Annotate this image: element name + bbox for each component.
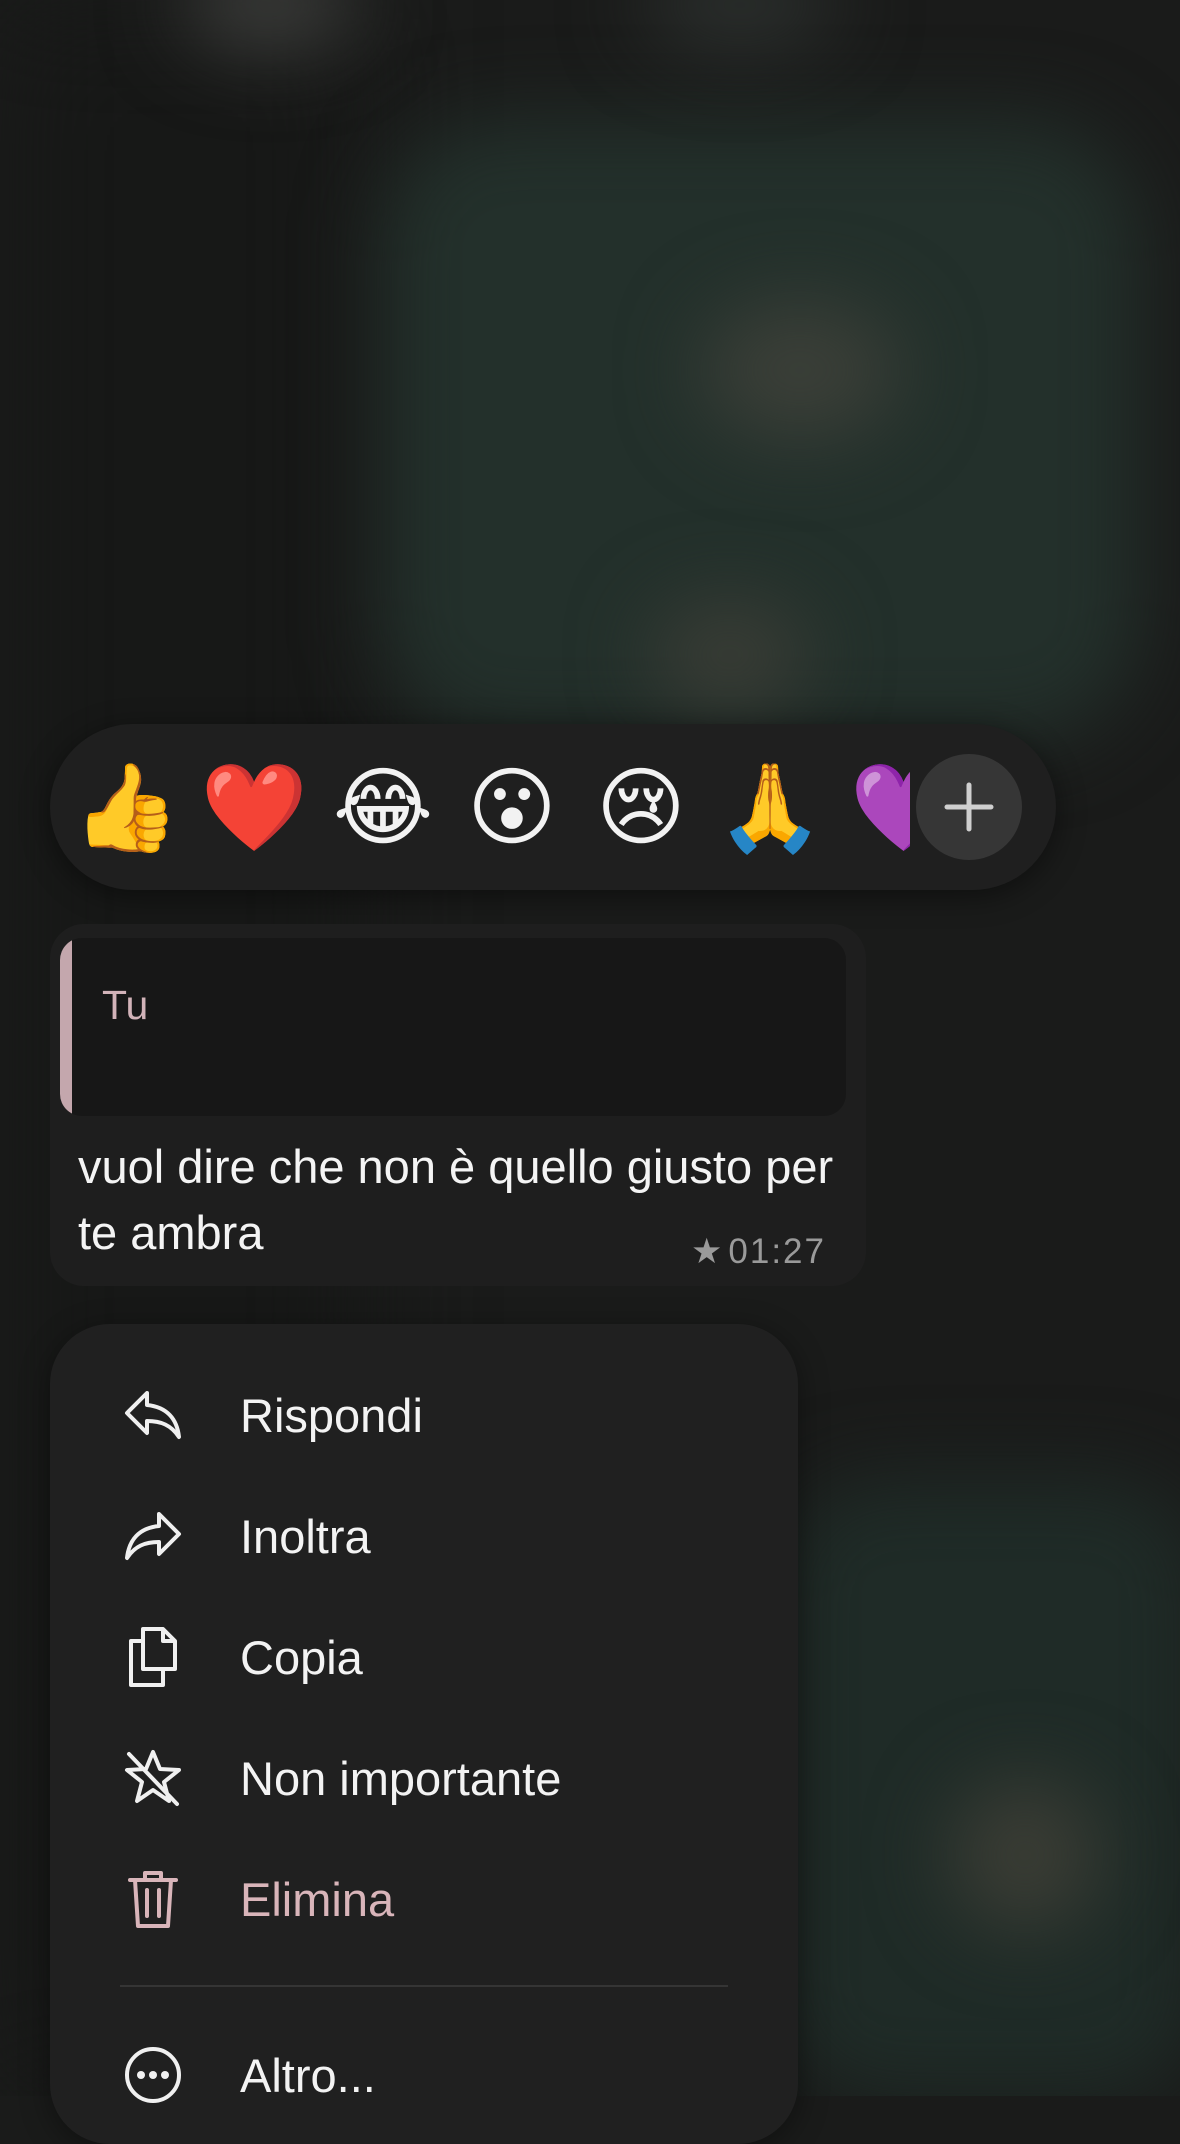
menu-item-reply[interactable]: Rispondi bbox=[120, 1360, 740, 1470]
menu-item-copy[interactable]: Copia bbox=[120, 1602, 740, 1712]
menu-item-unstar[interactable]: Non importante bbox=[120, 1723, 740, 1833]
menu-item-label: Inoltra bbox=[240, 1509, 371, 1563]
forward-icon bbox=[120, 1503, 186, 1569]
reaction-thumbs-up[interactable]: 👍 bbox=[72, 758, 179, 858]
trash-icon bbox=[120, 1866, 186, 1932]
message-context-menu: Rispondi Inoltra Copia Non importante El… bbox=[50, 1324, 798, 2144]
menu-item-forward[interactable]: Inoltra bbox=[120, 1481, 740, 1591]
menu-item-label: Rispondi bbox=[240, 1388, 423, 1442]
message-time: 01:27 bbox=[728, 1232, 826, 1271]
menu-item-label: Copia bbox=[240, 1630, 363, 1684]
reaction-tears-of-joy[interactable]: 😂 bbox=[333, 758, 434, 858]
plus-icon bbox=[944, 782, 994, 832]
quote-author: Tu bbox=[102, 982, 149, 1028]
reaction-heart[interactable]: ❤️ bbox=[200, 758, 307, 858]
menu-item-label: Non importante bbox=[240, 1751, 562, 1805]
menu-item-label: Elimina bbox=[240, 1872, 395, 1926]
unstar-icon bbox=[120, 1745, 186, 1811]
message-bubble[interactable]: Tu vuol dire che non è quello giusto per… bbox=[50, 924, 866, 1286]
reaction-surprised[interactable]: 😮 bbox=[462, 758, 562, 858]
reply-icon bbox=[120, 1382, 186, 1448]
menu-item-delete[interactable]: Elimina bbox=[120, 1844, 740, 1954]
menu-divider bbox=[120, 1985, 728, 1987]
more-icon bbox=[120, 2042, 186, 2108]
more-reactions-button[interactable] bbox=[916, 754, 1022, 860]
message-meta: ★ 01:27 bbox=[691, 1232, 826, 1272]
reaction-purple-heart[interactable]: 💜 bbox=[850, 758, 910, 858]
quote-accent-bar bbox=[60, 938, 72, 1116]
reaction-bar: 👍 ❤️ 😂 😮 😢 🙏 💜 bbox=[50, 724, 1056, 890]
copy-icon bbox=[120, 1624, 186, 1690]
reaction-praying-hands[interactable]: 🙏 bbox=[716, 758, 823, 858]
menu-item-more[interactable]: Altro... bbox=[120, 2020, 740, 2130]
reaction-crying[interactable]: 😢 bbox=[591, 758, 691, 858]
quoted-message[interactable]: Tu bbox=[60, 938, 846, 1116]
star-icon: ★ bbox=[691, 1232, 725, 1271]
menu-item-label: Altro... bbox=[240, 2048, 376, 2102]
